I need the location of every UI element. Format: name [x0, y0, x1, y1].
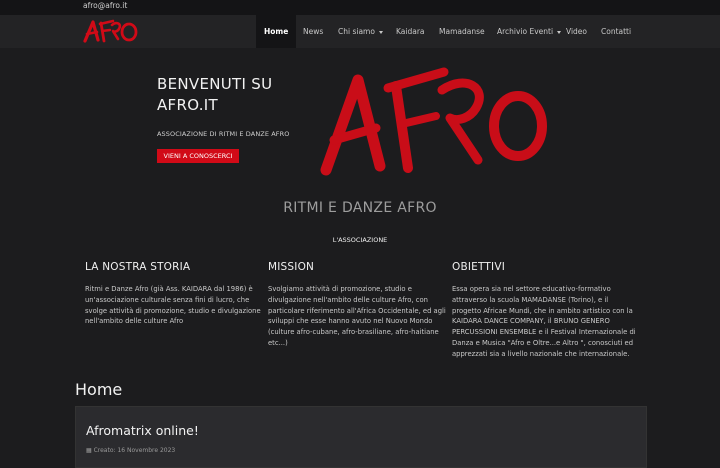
- hero-logo: [320, 67, 547, 176]
- nav-archivio-eventi[interactable]: Archivio Eventi: [497, 15, 562, 48]
- section-title: RITMI E DANZE AFRO: [283, 200, 437, 216]
- calendar-icon: ▦: [86, 447, 92, 454]
- column-obiettivi: OBIETTIVI Essa opera sia nel settore edu…: [452, 261, 637, 360]
- nav-kaidara[interactable]: Kaidara: [396, 15, 425, 48]
- hero-cta-button[interactable]: VIENI A CONOSCERCI: [157, 149, 239, 163]
- nav-chi-siamo[interactable]: Chi siamo: [338, 15, 383, 48]
- article-card: Afromatrix online! ▦ Creato: 16 Novembre…: [75, 406, 647, 468]
- column-storia-title: LA NOSTRA STORIA: [85, 261, 191, 273]
- nav-kaidara-label: Kaidara: [396, 27, 425, 36]
- column-storia: LA NOSTRA STORIA Ritmi e Danze Afro (già…: [85, 261, 270, 327]
- nav-news-label: News: [303, 27, 324, 36]
- contact-email-link[interactable]: afro@afro.it: [83, 1, 127, 10]
- nav-mamadanse-label: Mamadanse: [439, 27, 485, 36]
- hero-subtitle: ASSOCIAZIONE DI RITMI E DANZE AFRO: [157, 130, 290, 138]
- column-obiettivi-title: OBIETTIVI: [452, 261, 506, 273]
- nav-news[interactable]: News: [303, 15, 323, 48]
- nav-home-label: Home: [264, 27, 289, 36]
- chevron-down-icon: [378, 30, 383, 34]
- site-logo[interactable]: [82, 17, 140, 45]
- column-storia-text: Ritmi e Danze Afro (già Ass. KAIDARA dal…: [85, 285, 261, 326]
- column-obiettivi-text: Essa opera sia nel settore educativo-for…: [452, 285, 636, 358]
- hero-title-line1: BENVENUTI SU: [157, 75, 273, 93]
- chevron-down-icon: [557, 30, 562, 34]
- article-date: Creato: 16 Novembre 2023: [93, 447, 176, 454]
- home-heading: Home: [75, 380, 123, 399]
- nav-mamadanse[interactable]: Mamadanse: [439, 15, 485, 48]
- hero-title-line2: AFRO.IT: [157, 96, 218, 114]
- hero-title: BENVENUTI SU AFRO.IT: [157, 74, 272, 116]
- column-mission-title: MISSION: [268, 261, 315, 273]
- nav-contatti-label: Contatti: [601, 27, 632, 36]
- nav-chi-siamo-label: Chi siamo: [338, 27, 375, 36]
- nav-video[interactable]: Video: [566, 15, 587, 48]
- nav-archivio-eventi-label: Archivio Eventi: [497, 27, 554, 36]
- column-mission: MISSION Svolgiamo attività di promozione…: [268, 261, 453, 349]
- article-title-link[interactable]: Afromatrix online!: [86, 423, 199, 438]
- nav-contatti[interactable]: Contatti: [601, 15, 631, 48]
- nav-home[interactable]: Home: [256, 15, 297, 48]
- section-subtitle: L'ASSOCIAZIONE: [332, 236, 388, 244]
- top-contact-bar: afro@afro.it: [0, 0, 720, 15]
- nav-video-label: Video: [566, 27, 588, 36]
- column-mission-text: Svolgiamo attività di promozione, studio…: [268, 285, 446, 347]
- article-meta: ▦ Creato: 16 Novembre 2023: [86, 447, 175, 454]
